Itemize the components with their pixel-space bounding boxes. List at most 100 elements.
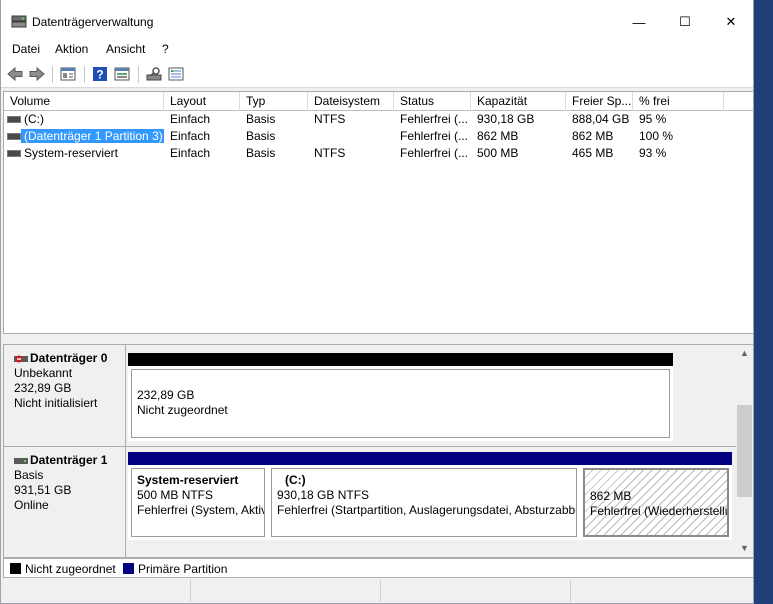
partition-body: (C:) 930,18 GB NTFS Fehlerfrei (Startpar… [271,468,577,537]
disk-1-label[interactable]: Datenträger 1 Basis 931,51 GB Online [4,447,126,557]
help-icon[interactable]: ? [92,66,108,82]
column-header-kapazitaet[interactable]: Kapazität [471,92,566,111]
disk-0-label[interactable]: Datenträger 0 Unbekannt 232,89 GB Nicht … [4,345,126,446]
legend-label-unallocated: Nicht zugeordnet [25,562,116,576]
cell-prozent-frei: 100 % [639,129,674,143]
pane-splitter[interactable] [3,334,753,344]
disk-0-name: Datenträger 0 [30,351,108,365]
partition-recovery[interactable]: 862 MB Fehlerfrei (Wiederherstellungspar… [580,452,732,540]
cell-kapazitaet: 930,18 GB [477,112,535,126]
status-section [191,580,381,602]
disk-0-type: Unbekannt [14,366,73,380]
cell-freier-speicher: 888,04 GB [572,112,630,126]
disk-0-state: Nicht initialisiert [14,396,98,410]
scroll-down-icon[interactable]: ▼ [736,540,753,557]
menu-help[interactable]: ? [162,42,169,56]
forward-arrow-icon[interactable] [29,66,45,82]
toolbar: ? [1,60,753,88]
disk-1-type: Basis [14,468,44,482]
status-section [381,580,571,602]
toolbar-separator [84,66,85,83]
partition-status: Fehlerfrei (System, Aktiv, Primäre Parti… [137,503,264,517]
cell-kapazitaet: 862 MB [477,129,519,143]
table-row[interactable]: System-reserviert Einfach Basis NTFS Feh… [4,145,753,162]
partition-bar-unallocated [128,353,673,366]
cell-volume: (C:) [24,112,44,126]
settings-icon[interactable] [168,66,184,82]
partition-body-selected: 862 MB Fehlerfrei (Wiederherstellungspar… [583,468,729,537]
cell-typ: Basis [246,112,276,126]
disk-error-icon [14,355,28,363]
menu-ansicht[interactable]: Ansicht [106,42,145,56]
volume-list: Volume Layout Typ Dateisystem Status Kap… [3,91,753,334]
cell-status: Fehlerfrei (... [400,146,469,160]
disk-0-size: 232,89 GB [14,381,72,395]
selected-volume-highlight: (Datenträger 1 Partition 3) [21,129,164,143]
partition-c-drive[interactable]: (C:) 930,18 GB NTFS Fehlerfrei (Startpar… [268,452,580,540]
table-row[interactable]: (Datenträger 1 Partition 3) Einfach Basi… [4,128,753,145]
legend-swatch-primary [123,563,134,574]
svg-text:?: ? [96,68,103,82]
back-arrow-icon[interactable] [7,66,23,82]
disk-1-name: Datenträger 1 [30,453,108,467]
cell-freier-speicher: 465 MB [572,146,614,160]
table-row[interactable]: (C:) Einfach Basis NTFS Fehlerfrei (... … [4,111,753,128]
disk-rescan-icon[interactable] [146,66,162,82]
menu-datei[interactable]: Datei [12,42,40,56]
partition-bar-primary [128,452,268,465]
disk-management-app-icon [11,15,27,28]
window-title: Datenträgerverwaltung [32,15,154,29]
partition-size: 862 MB [590,489,632,503]
cell-layout: Einfach [170,112,211,126]
column-header-prozent-frei[interactable]: % frei [633,92,724,111]
partition-system-reserved[interactable]: System-reserviert 500 MB NTFS Fehlerfrei… [128,452,268,540]
partition-status: Fehlerfrei (Startpartition, Auslagerungs… [277,503,576,517]
cell-typ: Basis [246,129,276,143]
scrollbar-thumb[interactable] [737,405,752,497]
disk-graphical-view: Datenträger 0 Unbekannt 232,89 GB Nicht … [3,344,753,558]
partition-bar-primary [268,452,580,465]
minimize-icon: — [632,14,646,30]
volume-list-header: Volume Layout Typ Dateisystem Status Kap… [4,92,753,111]
disk-management-window: Datenträgerverwaltung — ☐ ✕ Datei Aktion… [0,0,754,604]
partition-title: System-reserviert [137,473,239,487]
close-icon: ✕ [725,14,737,29]
partition-status: Fehlerfrei (Wiederherstellungspartition) [590,504,727,518]
column-header-dateisystem[interactable]: Dateisystem [308,92,394,111]
column-header-volume[interactable]: Volume [4,92,164,111]
menu-aktion[interactable]: Aktion [55,42,88,56]
cell-status: Fehlerfrei (... [400,112,469,126]
view-icon[interactable] [114,66,130,82]
properties-icon[interactable] [60,66,76,82]
cell-dateisystem: NTFS [314,112,346,126]
column-header-typ[interactable]: Typ [240,92,308,111]
partition-status: Nicht zugeordnet [137,403,228,417]
partition-title: (C:) [285,473,306,487]
column-header-status[interactable]: Status [394,92,471,111]
disk-1-state: Online [14,498,49,512]
close-button[interactable]: ✕ [708,8,753,36]
minimize-button[interactable]: — [616,8,662,36]
menu-bar: Datei Aktion Ansicht ? [1,40,753,60]
partition-size: 930,18 GB NTFS [277,488,370,502]
partition-bar-primary [580,452,732,465]
cell-kapazitaet: 500 MB [477,146,519,160]
partition-size: 232,89 GB [137,388,195,402]
disk-icon [14,457,28,464]
column-header-layout[interactable]: Layout [164,92,240,111]
status-bar [1,580,753,603]
partition-unallocated-disk0[interactable]: 232,89 GB Nicht zugeordnet [128,353,673,441]
disk-1-size: 931,51 GB [14,483,72,497]
scroll-up-icon[interactable]: ▲ [736,345,753,362]
cell-volume: (Datenträger 1 Partition 3) [18,128,164,145]
title-bar: Datenträgerverwaltung — ☐ ✕ [1,0,753,40]
cell-typ: Basis [246,146,276,160]
maximize-button[interactable]: ☐ [662,8,708,36]
column-header-freier-speicher[interactable]: Freier Sp... [566,92,633,111]
cell-prozent-frei: 95 % [639,112,667,126]
cell-layout: Einfach [170,129,211,143]
toolbar-separator [138,66,139,83]
cell-volume: System-reserviert [24,146,119,160]
disk-pane-scrollbar[interactable]: ▲ ▼ [736,345,753,557]
status-section [1,580,191,602]
